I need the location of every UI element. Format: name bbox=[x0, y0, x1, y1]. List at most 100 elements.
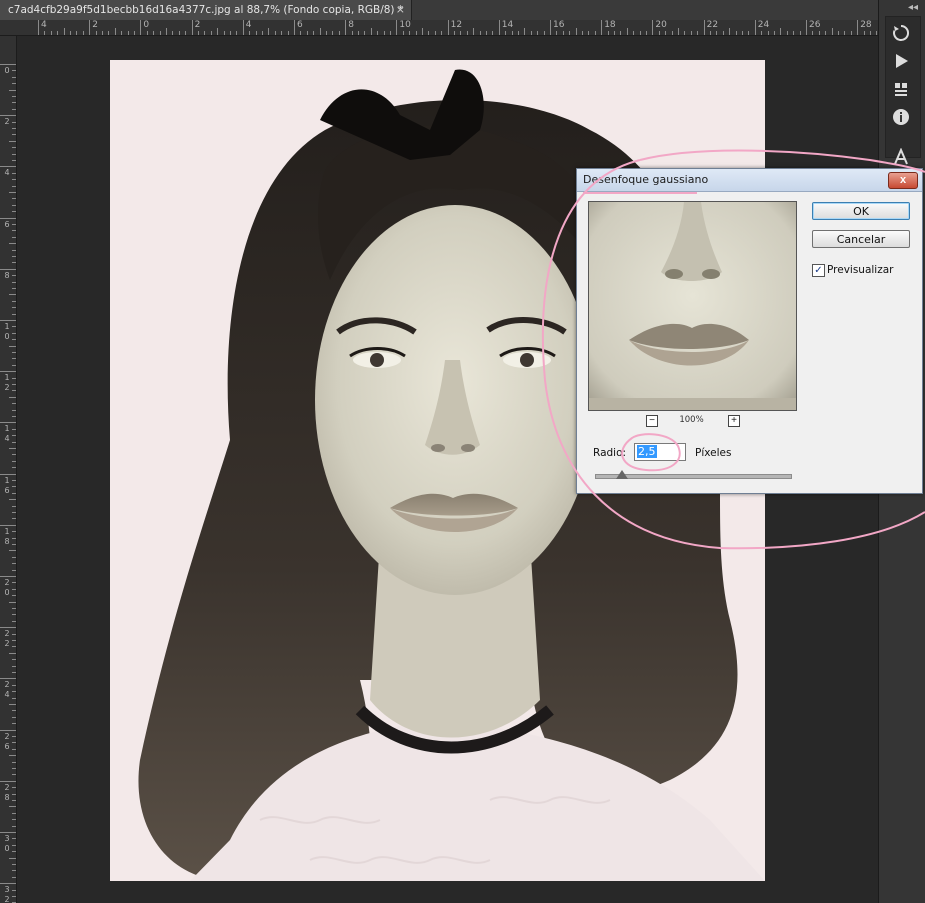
ruler-minor-tick bbox=[12, 486, 16, 488]
ruler-minor-tick bbox=[12, 531, 16, 533]
ruler-minor-tick bbox=[9, 806, 16, 808]
ruler-label: 20 bbox=[655, 20, 667, 30]
ruler-minor-tick bbox=[12, 672, 16, 673]
ruler-minor-tick bbox=[850, 31, 852, 35]
ruler-minor-tick bbox=[185, 31, 187, 35]
ruler-label: 10 bbox=[399, 20, 411, 30]
info-icon[interactable] bbox=[889, 108, 913, 130]
history-icon[interactable] bbox=[889, 24, 913, 46]
ruler-minor-tick bbox=[12, 172, 16, 174]
ruler-label: 10 bbox=[4, 322, 10, 341]
play-action-icon[interactable] bbox=[889, 52, 913, 74]
ruler-label: 28 bbox=[860, 20, 872, 30]
ruler-label: 16 bbox=[4, 475, 10, 495]
ruler-minor-tick bbox=[12, 876, 16, 878]
ruler-minor-tick bbox=[12, 153, 16, 155]
ruler-minor-tick bbox=[82, 31, 84, 35]
ruler-minor-tick bbox=[178, 31, 180, 35]
horizontal-ruler[interactable]: 4 2 0 2 4 6 8 10 12 14 16 18 20 22 24 26 28 bbox=[16, 20, 878, 36]
ruler-minor-tick bbox=[12, 620, 16, 622]
ruler-minor-tick bbox=[12, 256, 16, 257]
ruler-label: 2 bbox=[92, 20, 98, 30]
ruler-minor-tick bbox=[70, 31, 71, 35]
ruler-label: 14 bbox=[4, 424, 10, 444]
ruler-major-tick bbox=[703, 20, 705, 35]
ruler-minor-tick bbox=[12, 300, 16, 302]
radius-value: 2,5 bbox=[637, 445, 657, 458]
ruler-minor-tick bbox=[774, 31, 775, 35]
ruler-major-tick bbox=[38, 20, 39, 35]
ruler-major-tick bbox=[345, 20, 347, 35]
ruler-minor-tick bbox=[134, 31, 135, 35]
cancel-button[interactable]: Cancelar bbox=[812, 230, 910, 248]
ruler-minor-tick bbox=[556, 31, 558, 35]
ruler-minor-tick bbox=[12, 339, 16, 341]
ruler-minor-tick bbox=[9, 89, 16, 91]
ruler-label: 0 bbox=[4, 66, 10, 75]
document-tab[interactable]: c7ad4cfb29a9f5d1becbb16d16a4377c.jpg al … bbox=[0, 0, 412, 20]
radius-input[interactable]: 2,5 bbox=[634, 443, 686, 461]
ruler-minor-tick bbox=[108, 31, 110, 35]
ruler-label: 4 bbox=[245, 20, 252, 30]
ruler-minor-tick bbox=[722, 31, 724, 35]
zoom-in-icon[interactable]: + bbox=[728, 415, 740, 427]
ruler-minor-tick bbox=[594, 31, 596, 35]
preview-checkbox-label: Previsualizar bbox=[827, 264, 894, 276]
ruler-minor-tick bbox=[390, 31, 391, 35]
ruler-minor-tick bbox=[377, 31, 379, 35]
ruler-minor-tick bbox=[454, 31, 455, 35]
ruler-major-tick bbox=[396, 20, 398, 35]
ruler-minor-tick bbox=[358, 31, 359, 35]
ruler-minor-tick bbox=[12, 665, 16, 667]
ruler-major-tick bbox=[89, 20, 91, 35]
ruler-minor-tick bbox=[114, 28, 116, 35]
ruler-label: 2 bbox=[194, 20, 201, 30]
ruler-minor-tick bbox=[12, 377, 16, 379]
zoom-out-icon[interactable]: − bbox=[646, 415, 658, 427]
ruler-minor-tick bbox=[710, 31, 711, 35]
ruler-minor-tick bbox=[12, 512, 16, 513]
ruler-minor-tick bbox=[9, 755, 16, 757]
ruler-minor-tick bbox=[95, 31, 97, 35]
collapse-panels-icon[interactable]: ◂◂ bbox=[908, 2, 918, 13]
ruler-minor-tick bbox=[12, 128, 16, 129]
dialog-title: Desenfoque gaussiano bbox=[583, 173, 709, 186]
document-tab-close-icon[interactable]: × bbox=[396, 0, 405, 20]
ruler-label: 20 bbox=[4, 578, 10, 597]
preview-checkbox[interactable]: ✓ bbox=[812, 264, 825, 277]
ruler-minor-tick bbox=[12, 358, 16, 360]
ruler-minor-tick bbox=[50, 31, 52, 35]
vertical-ruler[interactable]: 02468101214161820222426283032 bbox=[0, 36, 17, 903]
dialog-close-button[interactable]: x bbox=[888, 172, 918, 189]
ruler-minor-tick bbox=[607, 31, 609, 35]
properties-icon[interactable] bbox=[889, 80, 913, 102]
ruler-minor-tick bbox=[9, 550, 16, 552]
blur-preview[interactable] bbox=[588, 201, 797, 411]
ruler-minor-tick bbox=[44, 31, 46, 35]
character-icon[interactable] bbox=[889, 147, 913, 170]
ruler-minor-tick bbox=[870, 31, 871, 35]
ruler-major-tick bbox=[294, 20, 295, 35]
ruler-minor-tick bbox=[12, 844, 16, 846]
ruler-minor-tick bbox=[351, 31, 353, 35]
ok-button[interactable]: OK bbox=[812, 202, 910, 220]
ruler-minor-tick bbox=[569, 31, 571, 35]
ruler-minor-tick bbox=[12, 716, 16, 718]
ruler-major-tick bbox=[0, 371, 16, 373]
ruler-minor-tick bbox=[12, 428, 16, 430]
ruler-minor-tick bbox=[166, 28, 167, 35]
ruler-origin[interactable] bbox=[0, 20, 17, 36]
ruler-minor-tick bbox=[12, 800, 16, 801]
radius-slider-thumb[interactable] bbox=[616, 470, 628, 479]
ruler-label: 4 bbox=[4, 168, 10, 178]
ruler-minor-tick bbox=[12, 108, 16, 110]
ruler-minor-tick bbox=[716, 31, 718, 35]
ruler-minor-tick bbox=[12, 563, 16, 565]
ruler-minor-tick bbox=[562, 31, 564, 35]
ruler-major-tick bbox=[0, 115, 16, 117]
ruler-minor-tick bbox=[460, 31, 462, 35]
ruler-minor-tick bbox=[57, 31, 59, 35]
dialog-title-bar[interactable]: Desenfoque gaussiano x bbox=[577, 169, 922, 192]
ruler-minor-tick bbox=[748, 31, 750, 35]
ruler-major-tick bbox=[0, 64, 16, 65]
